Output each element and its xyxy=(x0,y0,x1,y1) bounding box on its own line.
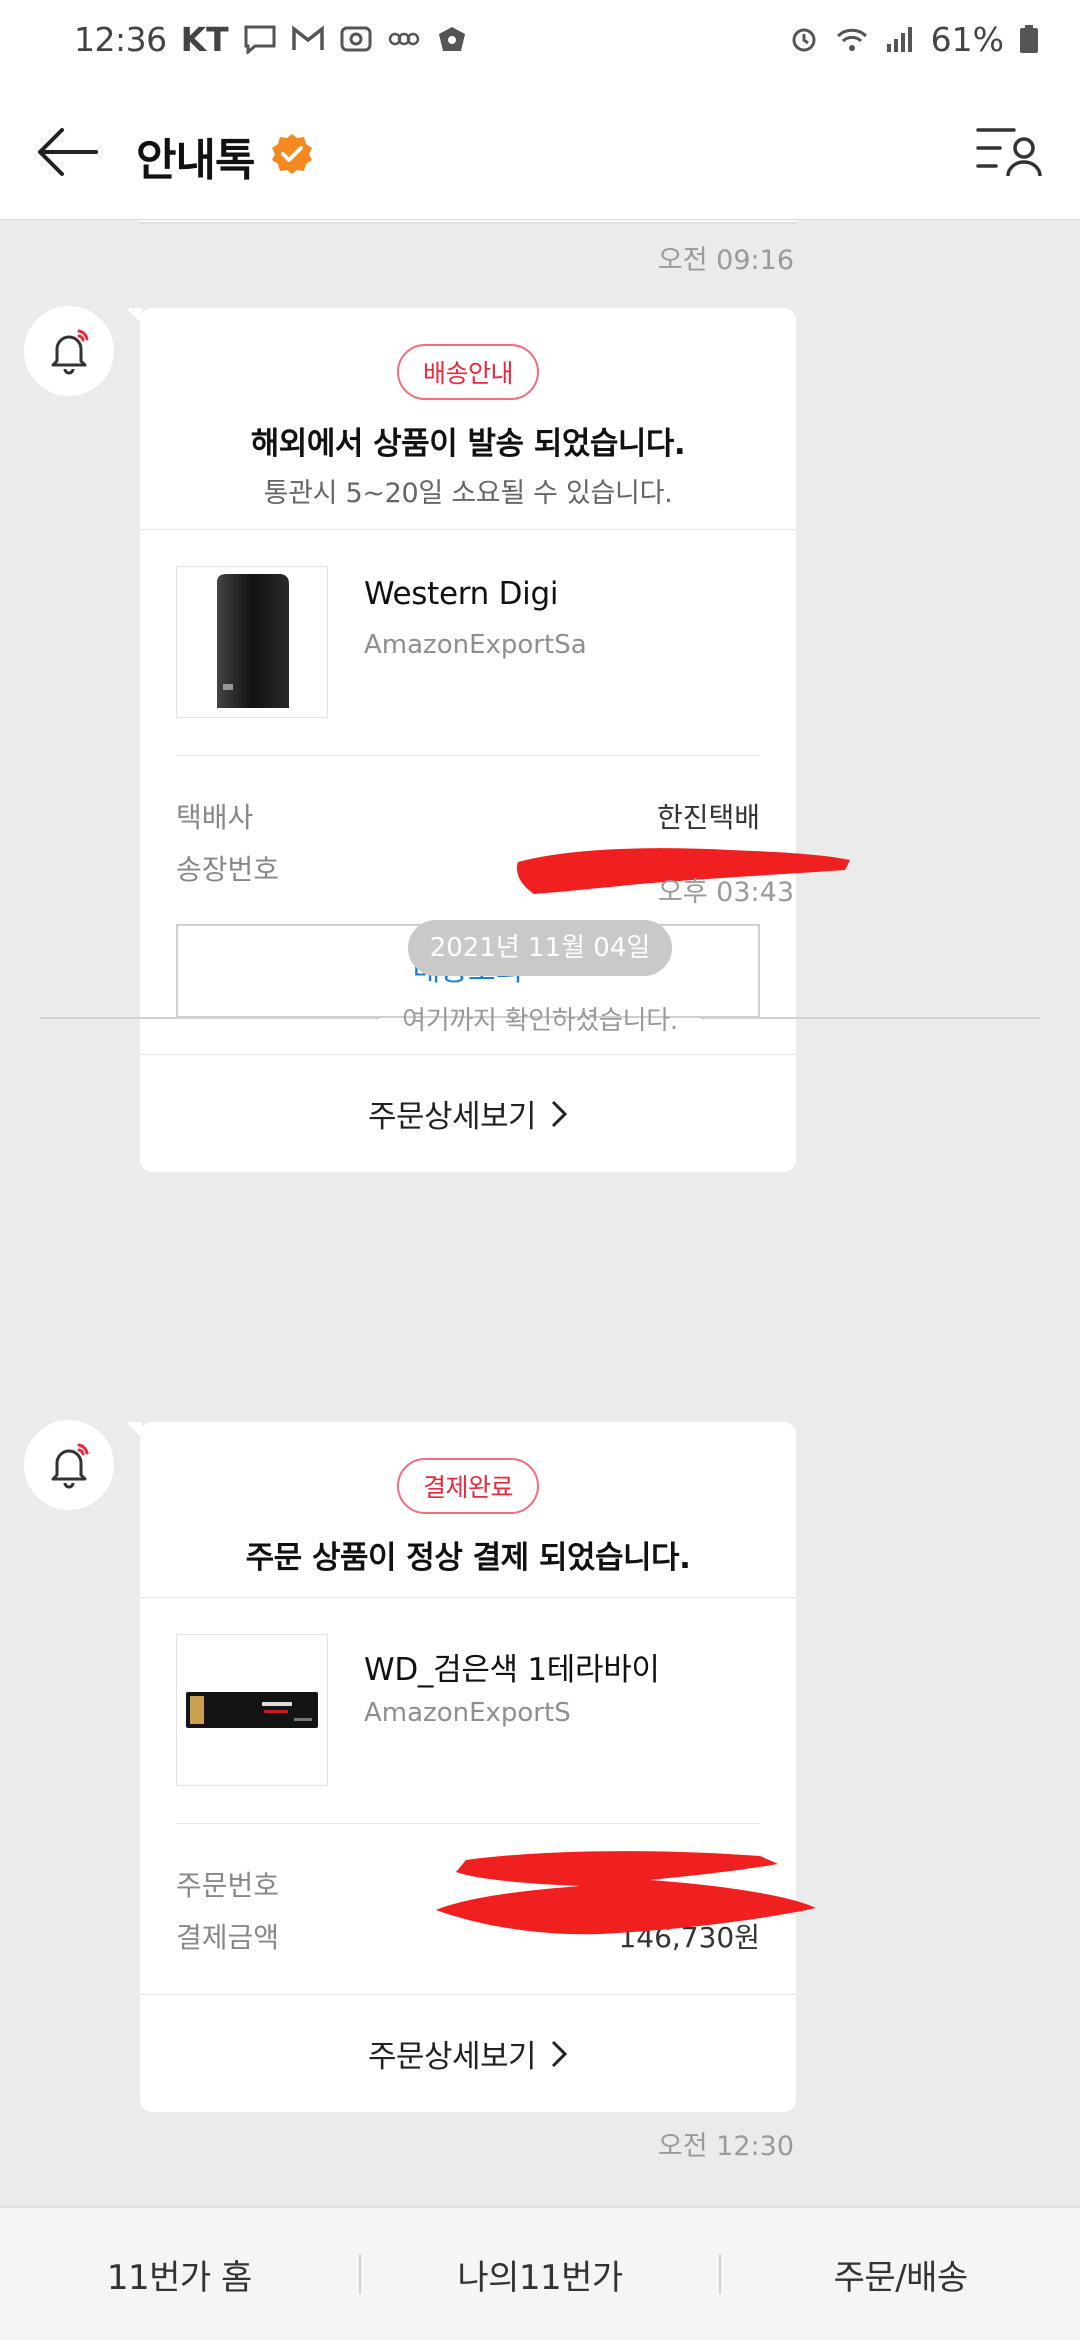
courier-label: 택배사 xyxy=(176,801,254,834)
chat-area[interactable]: 오전 09:16 배송안내 해외에서 상품이 발송 되었습니다. 통관시 5~2… xyxy=(0,220,1080,2206)
hard-drive-image xyxy=(217,574,289,708)
tracking-label: 송장번호 xyxy=(176,853,280,886)
gmail-notification-icon xyxy=(291,25,324,50)
order-detail-link[interactable]: 주문상세보기 xyxy=(140,1054,796,1172)
avast-icon xyxy=(438,27,465,51)
product-seller: AmazonExportSa xyxy=(364,630,587,660)
bell-icon xyxy=(51,1443,89,1489)
status-bar: 12:36 KT 61% xyxy=(0,0,1080,78)
message-time: 오전 09:16 xyxy=(657,245,794,276)
order-number-label: 주문번호 xyxy=(176,1869,280,1902)
bell-icon xyxy=(51,329,89,375)
alarm-icon xyxy=(792,28,816,52)
nav-my-11st[interactable]: 나의11번가 xyxy=(361,2250,720,2299)
shipping-notice-card: 배송안내 해외에서 상품이 발송 되었습니다. 통관시 5~20일 소요될 수 … xyxy=(126,308,796,1172)
shipping-title: 해외에서 상품이 발송 되었습니다. xyxy=(250,426,686,462)
product-image xyxy=(176,1634,328,1786)
wifi-icon xyxy=(836,28,867,51)
status-time: 12:36 xyxy=(74,19,167,59)
courier-value: 한진택배 xyxy=(656,801,760,834)
product-name: WD_검은색 1테라바이 xyxy=(364,1652,660,1688)
redaction-mark xyxy=(436,1851,816,1935)
message-notification-icon xyxy=(244,25,276,54)
back-arrow-icon[interactable] xyxy=(36,124,100,180)
page-title: 안내톡 xyxy=(136,135,255,186)
app-notification-icon xyxy=(340,26,372,52)
courier-row: 택배사 한진택배 xyxy=(176,792,760,844)
verified-badge-icon xyxy=(272,134,312,174)
product-seller: AmazonExportS xyxy=(364,1698,571,1728)
product-name: Western Digi xyxy=(364,576,559,612)
order-detail-label: 주문상세보기 xyxy=(367,2039,537,2075)
user-menu-icon[interactable] xyxy=(974,122,1044,182)
status-carrier: KT xyxy=(180,19,229,59)
order-detail-link[interactable]: 주문상세보기 xyxy=(140,1994,796,2112)
previous-message-card xyxy=(140,220,796,224)
bot-avatar xyxy=(24,306,114,396)
app-notification-icon-2 xyxy=(388,32,419,46)
payment-title: 주문 상품이 정상 결제 되었습니다. xyxy=(245,1540,691,1576)
message-time: 오전 12:30 xyxy=(657,2131,794,2162)
nav-home[interactable]: 11번가 홈 xyxy=(0,2250,359,2299)
shipping-subtitle: 통관시 5~20일 소요될 수 있습니다. xyxy=(263,478,673,509)
battery-icon xyxy=(1020,25,1038,53)
bottom-nav: 11번가 홈 나의11번가 주문/배송 xyxy=(0,2206,1080,2340)
read-divider-text: 여기까지 확인하셨습니다. xyxy=(402,1005,678,1036)
chevron-right-icon xyxy=(552,1100,568,1127)
product-row[interactable]: Western Digi AmazonExportSa xyxy=(176,530,760,756)
product-image xyxy=(176,566,328,718)
read-divider: 여기까지 확인하셨습니다. xyxy=(40,998,1040,1038)
app-bar: 안내톡 xyxy=(0,78,1080,220)
shipping-badge: 배송안내 xyxy=(396,344,539,400)
date-separator: 2021년 11월 04일 xyxy=(408,920,672,976)
nav-orders[interactable]: 주문/배송 xyxy=(721,2250,1080,2299)
bot-avatar xyxy=(24,1420,114,1510)
payment-badge: 결제완료 xyxy=(396,1458,539,1514)
message-time: 오후 03:43 xyxy=(657,877,794,908)
payment-complete-card: 결제완료 주문 상품이 정상 결제 되었습니다. WD_검은색 1테라바이 Am… xyxy=(126,1422,796,2112)
product-row[interactable]: WD_검은색 1테라바이 AmazonExportS xyxy=(176,1598,760,1824)
battery-percent: 61% xyxy=(930,19,1004,59)
signal-icon xyxy=(886,27,912,52)
amount-label: 결제금액 xyxy=(176,1921,280,1954)
order-detail-label: 주문상세보기 xyxy=(367,1099,537,1135)
ssd-image xyxy=(186,1692,318,1728)
chevron-right-icon xyxy=(552,2040,568,2067)
